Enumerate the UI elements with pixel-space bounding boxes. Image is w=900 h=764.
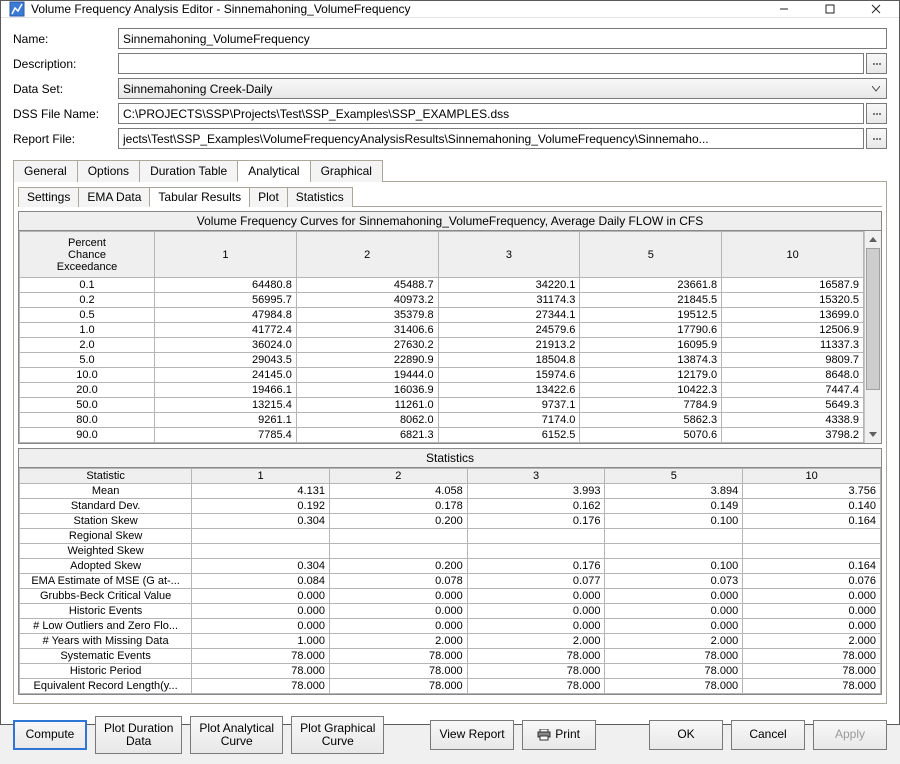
description-label: Description: xyxy=(13,57,118,71)
main-tab-strip: GeneralOptionsDuration TableAnalyticalGr… xyxy=(13,159,887,182)
col-duration: 2 xyxy=(296,232,438,278)
button-bar: Compute Plot Duration Data Plot Analytic… xyxy=(1,710,899,764)
dataset-select[interactable]: Sinnemahoning Creek-Daily xyxy=(118,78,887,99)
table-row: Regional Skew xyxy=(20,529,881,544)
app-icon xyxy=(9,1,25,17)
window-title: Volume Frequency Analysis Editor - Sinne… xyxy=(31,2,761,16)
statistics-table-title: Statistics xyxy=(19,449,881,468)
titlebar: Volume Frequency Analysis Editor - Sinne… xyxy=(1,1,899,18)
close-button[interactable] xyxy=(853,1,899,17)
frequency-table-block: Volume Frequency Curves for Sinnemahonin… xyxy=(18,211,882,444)
table-row: 50.013215.411261.09737.17784.95649.3 xyxy=(20,398,864,413)
col-duration: 1 xyxy=(155,232,297,278)
table-row: Grubbs-Beck Critical Value0.0000.0000.00… xyxy=(20,589,881,604)
subtab-settings[interactable]: Settings xyxy=(18,187,79,207)
name-label: Name: xyxy=(13,32,118,46)
subtab-tabular-results[interactable]: Tabular Results xyxy=(149,187,250,207)
dss-file-label: DSS File Name: xyxy=(13,107,118,121)
tab-duration-table[interactable]: Duration Table xyxy=(139,160,238,182)
report-file-input[interactable] xyxy=(118,128,864,149)
subtab-statistics[interactable]: Statistics xyxy=(287,187,353,207)
tab-graphical[interactable]: Graphical xyxy=(310,160,383,182)
statistics-table-block: Statistics Statistic123510Mean4.1314.058… xyxy=(18,448,882,695)
table-row: Systematic Events78.00078.00078.00078.00… xyxy=(20,649,881,664)
col-duration: 3 xyxy=(438,232,580,278)
subtab-ema-data[interactable]: EMA Data xyxy=(78,187,150,207)
scroll-down-icon[interactable] xyxy=(865,426,881,443)
analytical-panel: SettingsEMA DataTabular ResultsPlotStati… xyxy=(13,182,887,704)
scroll-up-icon[interactable] xyxy=(865,231,881,248)
print-icon xyxy=(537,729,551,741)
table-row: # Low Outliers and Zero Flo...0.0000.000… xyxy=(20,619,881,634)
statistics-table: Statistic123510Mean4.1314.0583.9933.8943… xyxy=(19,468,881,694)
sub-tab-strip: SettingsEMA DataTabular ResultsPlotStati… xyxy=(18,186,882,207)
description-browse-button[interactable] xyxy=(866,53,887,74)
table-row: 5.029043.522890.918504.813874.39809.7 xyxy=(20,353,864,368)
freq-table-scrollbar[interactable] xyxy=(864,231,881,443)
col-duration: 10 xyxy=(722,232,864,278)
table-row: EMA Estimate of MSE (G at-...0.0840.0780… xyxy=(20,574,881,589)
table-row: Station Skew0.3040.2000.1760.1000.164 xyxy=(20,514,881,529)
tab-options[interactable]: Options xyxy=(77,160,140,182)
col-duration: 5 xyxy=(580,232,722,278)
table-row: 0.547984.835379.827344.119512.513699.0 xyxy=(20,308,864,323)
editor-window: Volume Frequency Analysis Editor - Sinne… xyxy=(0,0,900,725)
report-browse-button[interactable] xyxy=(866,128,887,149)
col-duration: 10 xyxy=(743,469,881,484)
table-row: 20.019466.116036.913422.610422.37447.4 xyxy=(20,383,864,398)
table-row: 10.024145.019444.015974.612179.08648.0 xyxy=(20,368,864,383)
table-row: Mean4.1314.0583.9933.8943.756 xyxy=(20,484,881,499)
table-row: Standard Dev.0.1920.1780.1620.1490.140 xyxy=(20,499,881,514)
plot-duration-button[interactable]: Plot Duration Data xyxy=(95,716,182,754)
table-row: 2.036024.027630.221913.216095.911337.3 xyxy=(20,338,864,353)
table-row: 0.164480.845488.734220.123661.816587.9 xyxy=(20,278,864,293)
table-row: Historic Events0.0000.0000.0000.0000.000 xyxy=(20,604,881,619)
table-row: # Years with Missing Data1.0002.0002.000… xyxy=(20,634,881,649)
col-duration: 1 xyxy=(192,469,330,484)
maximize-button[interactable] xyxy=(807,1,853,17)
frequency-table: Percent Chance Exceedance1235100.164480.… xyxy=(19,231,864,443)
table-row: Equivalent Record Length(y...78.00078.00… xyxy=(20,679,881,694)
chevron-down-icon xyxy=(872,86,880,92)
col-duration: 2 xyxy=(329,469,467,484)
report-file-label: Report File: xyxy=(13,132,118,146)
table-row: 0.256995.740973.231174.321845.515320.5 xyxy=(20,293,864,308)
dss-file-input[interactable] xyxy=(118,103,864,124)
minimize-button[interactable] xyxy=(761,1,807,17)
description-input[interactable] xyxy=(118,53,864,74)
plot-graphical-button[interactable]: Plot Graphical Curve xyxy=(291,716,384,754)
col-duration: 5 xyxy=(605,469,743,484)
table-row: 1.041772.431406.624579.617790.612506.9 xyxy=(20,323,864,338)
table-row: 90.07785.46821.36152.55070.63798.2 xyxy=(20,428,864,443)
col-percent-chance: Percent Chance Exceedance xyxy=(20,232,155,278)
table-row: Weighted Skew xyxy=(20,544,881,559)
table-row: 80.09261.18062.07174.05862.34338.9 xyxy=(20,413,864,428)
table-row: Adopted Skew0.3040.2000.1760.1000.164 xyxy=(20,559,881,574)
name-input[interactable] xyxy=(118,28,887,49)
frequency-table-title: Volume Frequency Curves for Sinnemahonin… xyxy=(19,212,881,231)
col-duration: 3 xyxy=(467,469,605,484)
table-row: Historic Period78.00078.00078.00078.0007… xyxy=(20,664,881,679)
col-statistic: Statistic xyxy=(20,469,192,484)
plot-analytical-button[interactable]: Plot Analytical Curve xyxy=(190,716,283,754)
subtab-plot[interactable]: Plot xyxy=(249,187,288,207)
dataset-label: Data Set: xyxy=(13,82,118,96)
dss-browse-button[interactable] xyxy=(866,103,887,124)
tab-general[interactable]: General xyxy=(13,160,78,182)
tab-analytical[interactable]: Analytical xyxy=(237,160,310,182)
